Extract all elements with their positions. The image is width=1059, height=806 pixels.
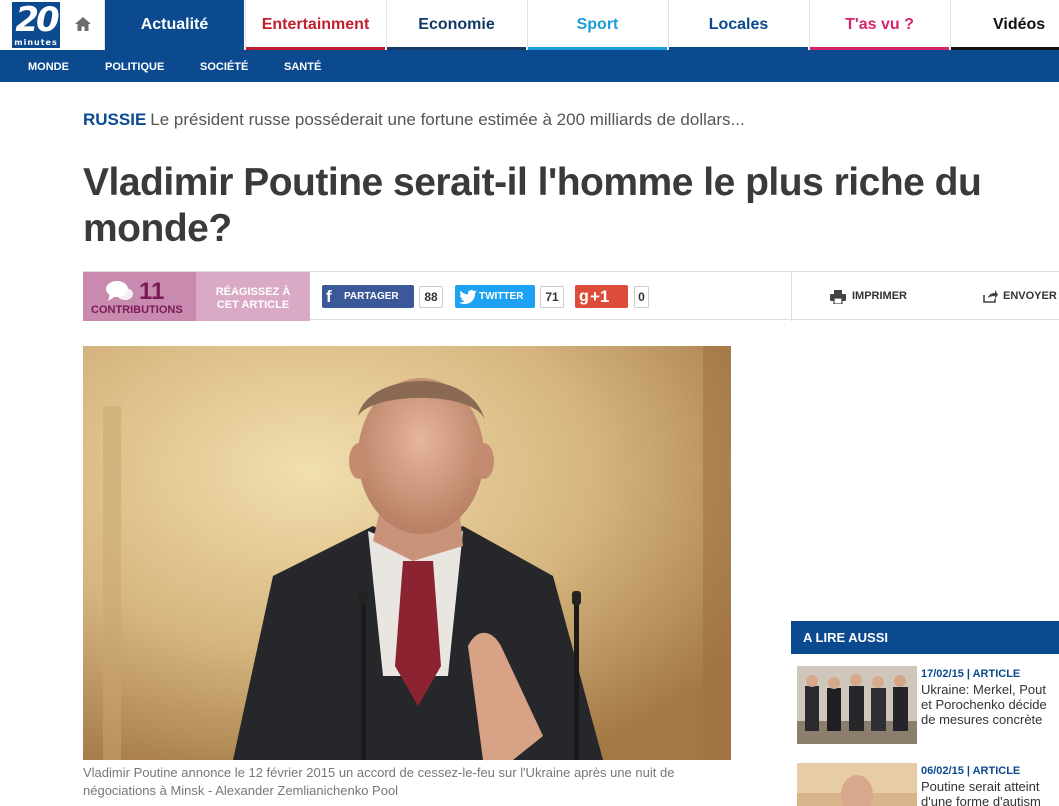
related-article-item[interactable]: 06/02/15 | ARTICLE Poutine serait attein… bbox=[791, 755, 1059, 806]
printer-icon bbox=[830, 290, 846, 304]
site-logo[interactable]: 20 minutes bbox=[10, 0, 62, 50]
gplus-label: +1 bbox=[590, 287, 610, 306]
tab-label: Economie bbox=[418, 16, 495, 33]
sub-navigation: MONDE POLITIQUE SOCIÉTÉ SANTÉ bbox=[0, 50, 1059, 82]
logo-mark: 20 minutes bbox=[12, 2, 60, 48]
logo-number: 20 bbox=[15, 0, 59, 40]
home-button[interactable] bbox=[63, 0, 103, 50]
tab-label: Vidéos bbox=[993, 16, 1046, 33]
related-article-meta: 17/02/15 | ARTICLE bbox=[921, 668, 1021, 680]
subnav-item-politique[interactable]: POLITIQUE bbox=[105, 50, 164, 82]
subnav-item-societe[interactable]: SOCIÉTÉ bbox=[200, 50, 248, 82]
home-icon bbox=[75, 17, 91, 31]
comment-bubbles-icon bbox=[106, 281, 133, 301]
contributions-count: 11 bbox=[139, 278, 165, 305]
tab-entertainment[interactable]: Entertainment bbox=[245, 0, 385, 50]
photo-caption: Vladimir Poutine annonce le 12 février 2… bbox=[83, 765, 675, 798]
tab-videos[interactable]: Vidéos bbox=[950, 0, 1059, 50]
react-button[interactable]: RÉAGISSEZ À CET ARTICLE bbox=[196, 272, 310, 321]
send-share-icon bbox=[983, 290, 998, 303]
article-category[interactable]: RUSSIE bbox=[83, 110, 146, 129]
contributions-button[interactable]: 11 CONTRIBUTIONS bbox=[83, 272, 196, 321]
article-title: Vladimir Poutine serait-il l'homme le pl… bbox=[83, 161, 982, 250]
related-article-thumbnail bbox=[797, 763, 917, 806]
contributions-label: CONTRIBUTIONS bbox=[91, 304, 183, 316]
facebook-icon: f bbox=[326, 287, 332, 306]
article-summary: Le président russe posséderait une fortu… bbox=[150, 110, 745, 129]
tab-sport[interactable]: Sport bbox=[527, 0, 667, 50]
related-article-meta: 06/02/15 | ARTICLE bbox=[921, 765, 1021, 777]
tab-economie[interactable]: Economie bbox=[386, 0, 526, 50]
subnav-item-monde[interactable]: MONDE bbox=[28, 50, 69, 82]
related-article-title-line: d'une forme d'autism bbox=[921, 794, 1041, 806]
send-button[interactable]: ENVOYER bbox=[953, 272, 1059, 321]
twitter-count: 71 bbox=[540, 286, 564, 308]
print-button[interactable]: IMPRIMER bbox=[791, 272, 941, 321]
gplus-count: 0 bbox=[634, 286, 649, 308]
react-label-line1: RÉAGISSEZ À bbox=[215, 286, 291, 298]
send-label: ENVOYER bbox=[1003, 290, 1057, 302]
tab-label: Entertainment bbox=[261, 16, 370, 33]
twitter-share-button[interactable]: TWITTER bbox=[455, 285, 535, 308]
twitter-icon bbox=[459, 290, 477, 304]
related-article-title-line: Ukraine: Merkel, Pout bbox=[921, 682, 1046, 697]
print-label: IMPRIMER bbox=[852, 290, 907, 302]
facebook-share-label: PARTAGER bbox=[344, 291, 399, 302]
tab-label: Actualité bbox=[140, 16, 209, 33]
gplus-button[interactable]: g +1 bbox=[575, 285, 628, 308]
top-navigation: 20 minutes Actualité Entertainment Econo… bbox=[0, 0, 1059, 50]
gplus-icon: g bbox=[579, 288, 589, 305]
share-bar: 11 CONTRIBUTIONS RÉAGISSEZ À CET ARTICLE… bbox=[83, 271, 1059, 321]
related-article-thumbnail bbox=[797, 666, 917, 744]
logo-subtitle: minutes bbox=[14, 38, 58, 47]
facebook-count: 88 bbox=[419, 286, 443, 308]
related-article-item[interactable]: 17/02/15 | ARTICLE Ukraine: Merkel, Pout… bbox=[791, 658, 1059, 746]
tab-locales[interactable]: Locales bbox=[668, 0, 808, 50]
article-kicker: RUSSIE Le président russe posséderait une… bbox=[83, 110, 745, 130]
photo-illustration bbox=[83, 346, 731, 760]
related-article-title-line: Poutine serait atteint bbox=[921, 779, 1040, 794]
related-articles-heading: A LIRE AUSSI bbox=[791, 621, 1059, 654]
related-article-title-line: et Porochenko décide bbox=[921, 697, 1047, 712]
related-article-title: Poutine serait atteint d'une forme d'aut… bbox=[921, 779, 1059, 806]
react-label-line2: CET ARTICLE bbox=[216, 299, 290, 311]
tab-label: Locales bbox=[708, 16, 769, 33]
related-article-title-line: de mesures concrète bbox=[921, 712, 1043, 727]
related-article-title: Ukraine: Merkel, Pout et Porochenko déci… bbox=[921, 682, 1059, 727]
subnav-item-sante[interactable]: SANTÉ bbox=[284, 50, 321, 82]
tab-label: Sport bbox=[576, 16, 619, 33]
tab-label: T'as vu ? bbox=[845, 16, 914, 33]
twitter-share-label: TWITTER bbox=[479, 291, 524, 302]
facebook-share-button[interactable]: f PARTAGER bbox=[322, 285, 414, 308]
tab-tas-vu[interactable]: T'as vu ? bbox=[809, 0, 949, 50]
article-photo bbox=[83, 346, 731, 760]
tab-actualite[interactable]: Actualité bbox=[104, 0, 244, 50]
